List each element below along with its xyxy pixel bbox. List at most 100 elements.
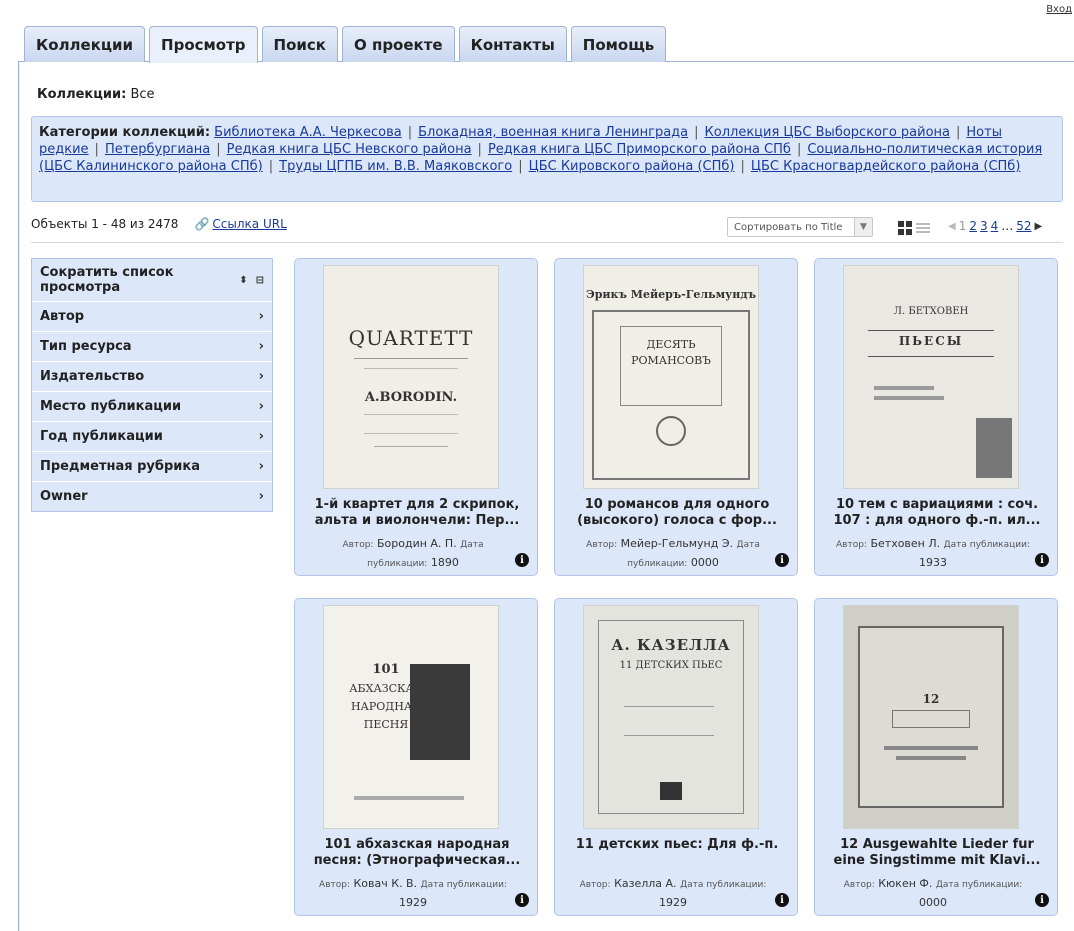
date-label: Дата публикации:	[935, 880, 1023, 890]
facet-year[interactable]: Год публикации ›	[32, 421, 272, 451]
chevron-down-icon: ▼	[854, 218, 872, 236]
author-value: Кюкен Ф.	[878, 877, 933, 890]
facet-label: Owner	[40, 489, 88, 504]
collapse-icon[interactable]: ⊟	[256, 275, 264, 286]
category-link[interactable]: Библиотека А.А. Черкесова	[214, 125, 402, 140]
page-link[interactable]: 4	[991, 219, 999, 233]
chevron-right-icon: ›	[258, 429, 264, 444]
tab-contacts[interactable]: Контакты	[458, 26, 567, 62]
date-value: 1933	[919, 556, 947, 569]
facet-subject[interactable]: Предметная рубрика ›	[32, 451, 272, 481]
facet-label: Тип ресурса	[40, 339, 132, 354]
cover-text: Л. БЕТХОВЕН	[893, 306, 969, 317]
chevron-right-icon: ›	[258, 339, 264, 354]
page-link[interactable]: 2	[969, 219, 977, 233]
category-link[interactable]: Редкая книга ЦБС Невского района	[227, 142, 472, 157]
collection-categories: Категории коллекций: Библиотека А.А. Чер…	[31, 116, 1063, 202]
item-thumbnail[interactable]: А. КАЗЕЛЛА 11 ДЕТСКИХ ПЬЕС	[583, 605, 759, 829]
page-link[interactable]: 3	[980, 219, 988, 233]
item-thumbnail[interactable]: Л. БЕТХОВЕН ПЬЕСЫ	[843, 265, 1019, 489]
category-link[interactable]: ЦБС Кировского района (СПб)	[529, 159, 735, 174]
category-link[interactable]: Труды ЦГПБ им. В.В. Маяковского	[279, 159, 512, 174]
info-icon[interactable]: i	[775, 553, 789, 567]
tab-about[interactable]: О проекте	[341, 26, 455, 62]
category-link[interactable]: Коллекция ЦБС Выборского района	[705, 125, 950, 140]
cover-text: ПЬЕСЫ	[898, 334, 964, 348]
facet-resource-type[interactable]: Тип ресурса ›	[32, 331, 272, 361]
category-link[interactable]: Редкая книга ЦБС Приморского района СПб	[488, 142, 791, 157]
list-view-icon[interactable]	[916, 221, 930, 235]
sort-select[interactable]: Сортировать по Title ▼	[727, 217, 873, 237]
chevron-right-icon: ›	[258, 459, 264, 474]
url-link[interactable]: Ссылка URL	[212, 217, 286, 231]
item-thumbnail[interactable]: 12	[843, 605, 1019, 829]
grid-view-icon[interactable]	[898, 221, 912, 235]
item-card[interactable]: QUARTETT A.BORODIN. 1-й квартет для 2 ск…	[294, 258, 538, 576]
prev-page-icon[interactable]: ◀	[948, 221, 956, 232]
facet-author[interactable]: Автор ›	[32, 301, 272, 331]
info-icon[interactable]: i	[515, 893, 529, 907]
facet-label: Издательство	[40, 369, 145, 384]
sort-toggle-icon[interactable]: ⬍	[239, 275, 247, 286]
date-value: 1890	[430, 556, 459, 569]
item-title[interactable]: 1-й квартет для 2 скрипок, альта и виоло…	[303, 497, 531, 529]
tab-browse[interactable]: Просмотр	[149, 26, 258, 63]
collections-line: Коллекции: Все	[37, 87, 155, 102]
cover-text: ДЕСЯТЬ	[646, 338, 696, 351]
date-label: Дата публикации:	[420, 880, 507, 890]
sort-label: Сортировать по Title	[734, 221, 843, 233]
categories-label: Категории коллекций:	[39, 125, 211, 140]
category-link[interactable]: ЦБС Красногвардейского района (СПб)	[751, 159, 1021, 174]
category-link[interactable]: Петербургиана	[105, 142, 210, 157]
tab-collections[interactable]: Коллекции	[24, 26, 146, 62]
item-thumbnail[interactable]: Эрикъ Мейеръ-Гельмундъ ДЕСЯТЬ РОМАНСОВЪ	[583, 265, 759, 489]
main-tabs: Коллекции Просмотр Поиск О проекте Конта…	[24, 26, 667, 63]
item-title[interactable]: 101 абхазская народная песня: (Этнографи…	[303, 837, 531, 869]
facet-label: Место публикации	[40, 399, 182, 414]
facet-place[interactable]: Место публикации ›	[32, 391, 272, 421]
author-label: Автор:	[319, 880, 350, 890]
facet-publisher[interactable]: Издательство ›	[32, 361, 272, 391]
item-title[interactable]: 10 тем с вариациями : соч. 107 : для одн…	[823, 497, 1051, 529]
page-link-last[interactable]: 52	[1016, 219, 1031, 233]
facet-header[interactable]: Сократить список просмотра ⬍ ⊟	[32, 259, 272, 301]
item-meta: Автор: Мейер-Гельмунд Э. Дата публикации…	[573, 535, 773, 573]
item-meta: Автор: Бородин А. П. Дата публикации: 18…	[313, 535, 513, 573]
chevron-right-icon: ›	[258, 489, 264, 504]
results-count: Объекты 1 - 48 из 2478	[31, 217, 179, 231]
item-card[interactable]: 101 АБХАЗСКАЯ НАРОДНАЯ ПЕСНЯ 101 абхазск…	[294, 598, 538, 916]
item-thumbnail[interactable]: 101 АБХАЗСКАЯ НАРОДНАЯ ПЕСНЯ	[323, 605, 499, 829]
info-icon[interactable]: i	[775, 893, 789, 907]
item-thumbnail[interactable]: QUARTETT A.BORODIN.	[323, 265, 499, 489]
view-toggle	[898, 221, 930, 235]
category-link[interactable]: Блокадная, военная книга Ленинграда	[418, 125, 688, 140]
info-icon[interactable]: i	[515, 553, 529, 567]
item-title[interactable]: 12 Ausgewahlte Lieder fur eine Singstimm…	[823, 837, 1051, 869]
results-bar: Объекты 1 - 48 из 2478 🔗 Ссылка URL	[31, 217, 287, 231]
login-link[interactable]: Вход	[1046, 4, 1072, 15]
author-label: Автор:	[586, 540, 618, 550]
next-page-icon[interactable]: ▶	[1035, 221, 1043, 232]
author-label: Автор:	[579, 880, 611, 890]
date-value: 1929	[659, 896, 687, 909]
item-card[interactable]: А. КАЗЕЛЛА 11 ДЕТСКИХ ПЬЕС 11 детских пь…	[554, 598, 798, 916]
info-icon[interactable]: i	[1035, 553, 1049, 567]
date-value: 0000	[690, 556, 719, 569]
item-title[interactable]: 10 романсов для одного (высокого) голоса…	[563, 497, 791, 529]
page-ellipsis: …	[1001, 219, 1014, 233]
tab-help[interactable]: Помощь	[570, 26, 667, 62]
info-icon[interactable]: i	[1035, 893, 1049, 907]
chevron-right-icon: ›	[258, 369, 264, 384]
collections-value: Все	[130, 87, 155, 102]
item-meta: Автор: Ковач К. В. Дата публикации: 1929	[313, 875, 513, 911]
chevron-right-icon: ›	[258, 399, 264, 414]
chevron-right-icon: ›	[258, 309, 264, 324]
tab-search[interactable]: Поиск	[261, 26, 338, 62]
item-card[interactable]: Эрикъ Мейеръ-Гельмундъ ДЕСЯТЬ РОМАНСОВЪ …	[554, 258, 798, 576]
item-title[interactable]: 11 детских пьес: Для ф.-п.	[563, 837, 791, 853]
item-card[interactable]: 12 12 Ausgewahlte Lieder fur eine Singst…	[814, 598, 1058, 916]
item-meta: Автор: Бетховен Л. Дата публикации: 1933	[833, 535, 1033, 571]
item-card[interactable]: Л. БЕТХОВЕН ПЬЕСЫ 10 тем с вариациями : …	[814, 258, 1058, 576]
divider	[31, 242, 1063, 243]
facet-owner[interactable]: Owner ›	[32, 481, 272, 511]
